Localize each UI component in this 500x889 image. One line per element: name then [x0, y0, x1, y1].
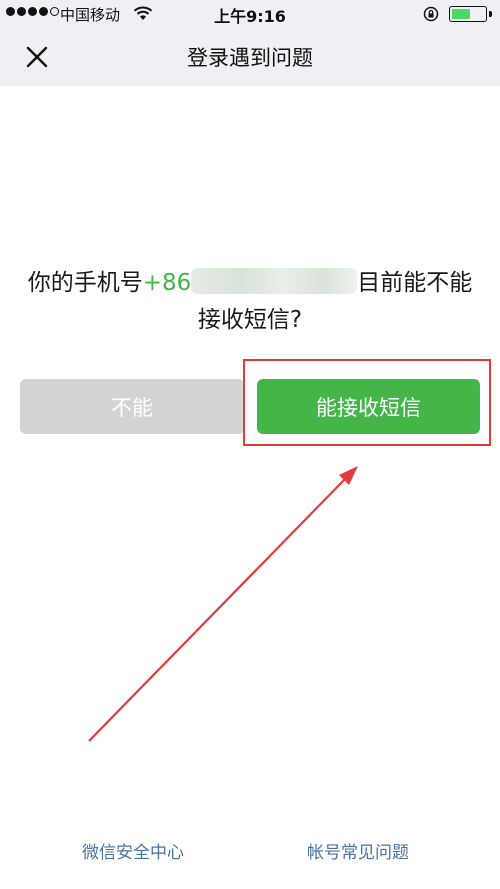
orientation-lock-icon — [423, 6, 439, 22]
sms-question: 你的手机号+86 目前能不能接收短信? — [20, 265, 480, 339]
wechat-security-center-link[interactable]: 微信安全中心 — [82, 838, 184, 863]
cannot-receive-button[interactable]: 不能 — [20, 379, 244, 434]
country-code: +86 — [142, 270, 192, 296]
battery-level-fill — [452, 9, 470, 19]
navigation-bar: 登录遇到问题 — [0, 28, 500, 86]
battery-tip — [489, 11, 492, 17]
annotation-highlight-box — [243, 359, 491, 446]
page-title: 登录遇到问题 — [187, 46, 313, 70]
account-faq-link[interactable]: 帐号常见问题 — [307, 838, 409, 863]
status-bar: 中国移动 上午9:16 — [0, 0, 500, 28]
question-prefix: 你的手机号 — [27, 270, 143, 296]
battery-icon — [449, 6, 487, 22]
masked-phone-number — [191, 268, 358, 294]
